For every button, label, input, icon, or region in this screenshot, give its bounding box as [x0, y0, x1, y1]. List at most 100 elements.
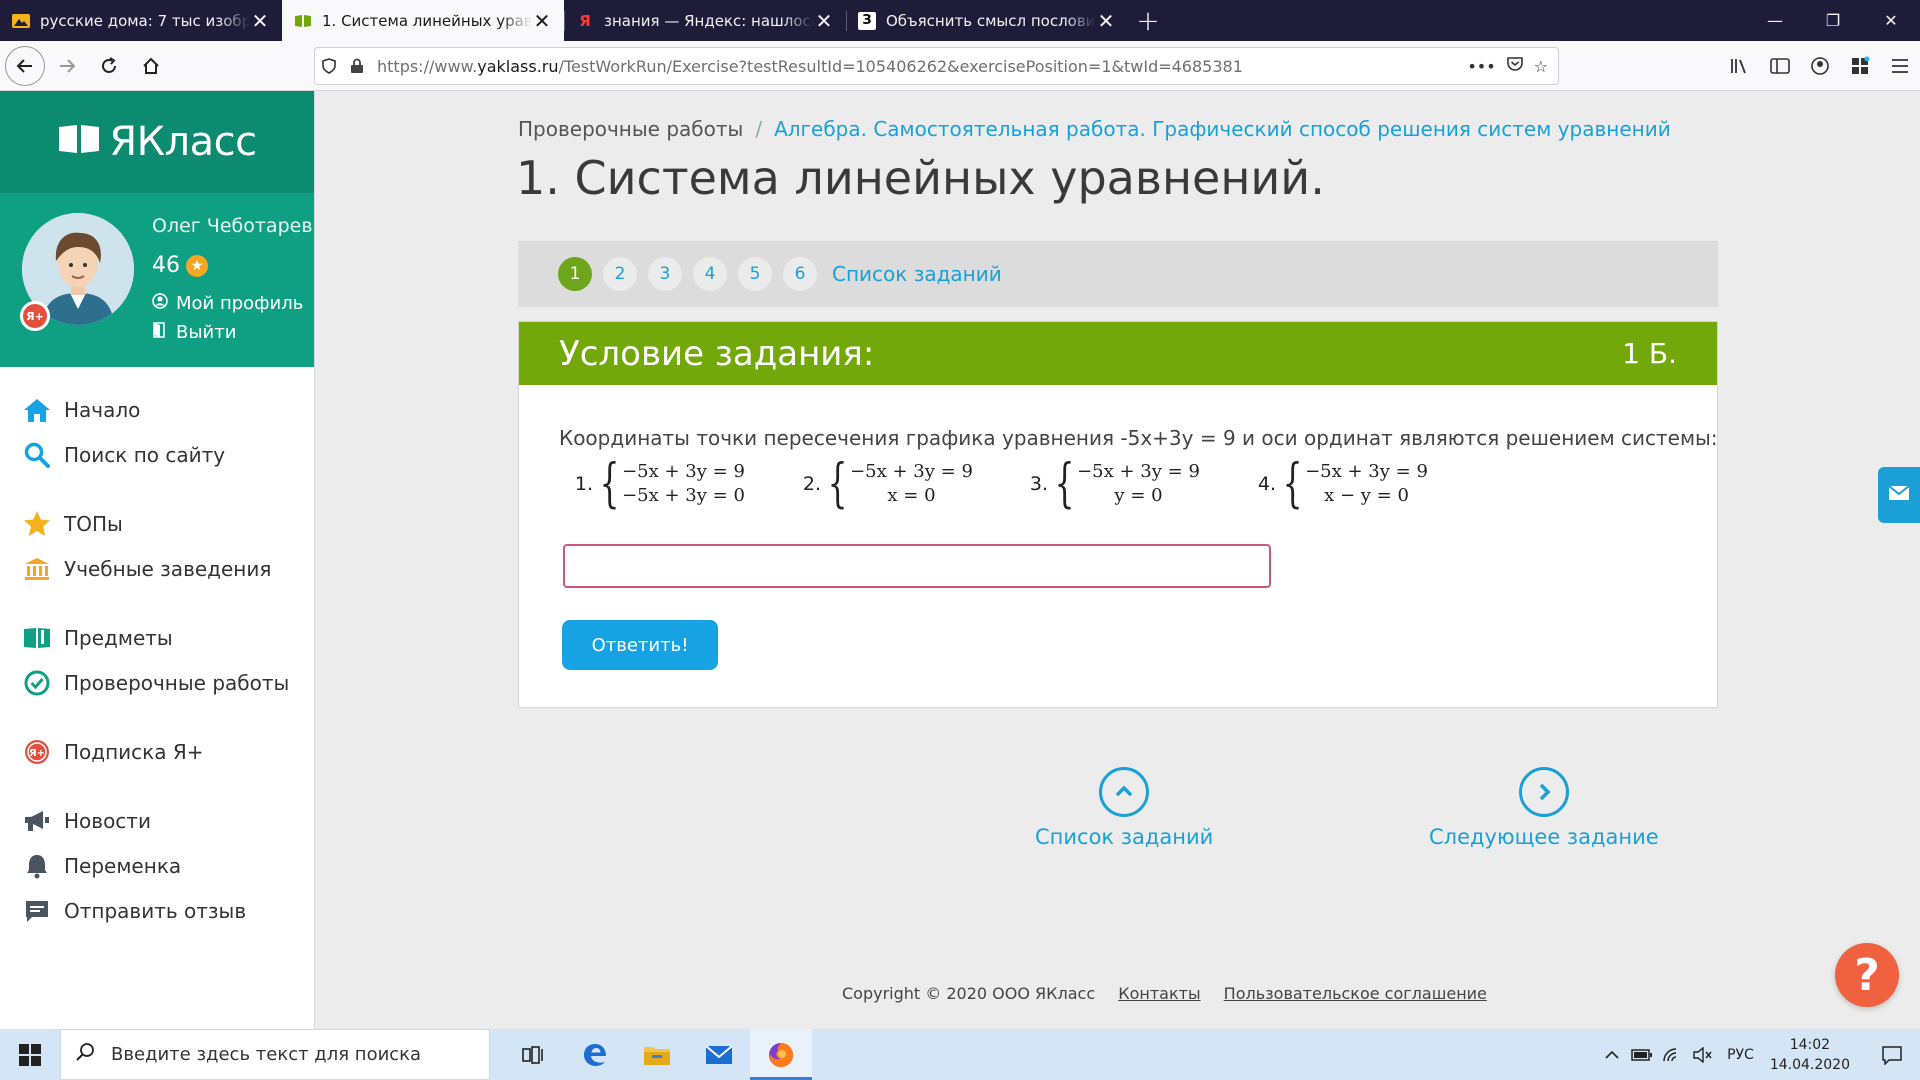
- submit-answer-button[interactable]: Ответить!: [562, 620, 718, 670]
- step-1[interactable]: 1: [558, 257, 592, 291]
- footer-agreement-link[interactable]: Пользовательское соглашение: [1224, 984, 1487, 1003]
- task-list-link[interactable]: Список заданий: [832, 262, 1002, 286]
- sidebar-item-home[interactable]: Начало: [0, 387, 314, 432]
- sidebar-item-institutions[interactable]: Учебные заведения: [0, 546, 314, 591]
- library-icon[interactable]: [1720, 57, 1760, 75]
- profile-link[interactable]: Мой профиль: [152, 293, 303, 314]
- institution-icon: [22, 554, 52, 584]
- pocket-icon[interactable]: [1506, 55, 1524, 77]
- sidebar-item-break[interactable]: Переменка: [0, 843, 314, 888]
- bookmark-star-icon[interactable]: ☆: [1534, 57, 1548, 76]
- sidebar-item-search[interactable]: Поиск по сайту: [0, 432, 314, 477]
- taskbar-search-box[interactable]: Введите здесь текст для поиска: [60, 1029, 490, 1080]
- books-icon: [22, 623, 52, 653]
- user-profile-panel: Я+ Олег Чеботарев 46 ★ Мой профиль Выйти: [0, 193, 314, 367]
- wifi-icon[interactable]: [1657, 1047, 1687, 1063]
- tab-4[interactable]: З Объяснить смысл пословиць ✕: [846, 0, 1128, 41]
- edge-browser-icon[interactable]: [564, 1029, 626, 1080]
- chevron-right-icon: [1518, 767, 1569, 817]
- tab-title: 1. Система линейных уравнен: [322, 11, 532, 30]
- task-card-header: Условие задания: 1 Б.: [519, 322, 1717, 385]
- account-icon[interactable]: [1800, 56, 1840, 76]
- system-tray: РУС 14:02 14.04.2020: [1597, 1029, 1920, 1080]
- sidebar-item-subscription[interactable]: Я+ Подписка Я+: [0, 729, 314, 774]
- brand-logo[interactable]: ЯКласс: [0, 91, 314, 193]
- help-button[interactable]: ?: [1835, 943, 1899, 1007]
- brand-name: ЯКласс: [109, 119, 257, 165]
- exercise-steps: 1 2 3 4 5 6 Список заданий: [518, 241, 1718, 307]
- battery-icon[interactable]: [1627, 1048, 1657, 1062]
- tab-3[interactable]: Я знания — Яндекс: нашлось 2 ✕: [564, 0, 846, 41]
- home-browser-icon[interactable]: [131, 46, 171, 86]
- footer-contacts-link[interactable]: Контакты: [1118, 984, 1200, 1003]
- close-tab-icon[interactable]: ✕: [814, 11, 834, 31]
- tracking-shield-icon[interactable]: [315, 58, 343, 74]
- back-arrow-icon[interactable]: [5, 45, 45, 86]
- feedback-icon: [22, 896, 52, 926]
- equation-1: −5x + 3y = 9: [1305, 461, 1428, 482]
- sidebar-item-label: ТОПы: [64, 511, 123, 536]
- tab-title: русские дома: 7 тыс изображ: [40, 11, 250, 30]
- step-2[interactable]: 2: [603, 257, 637, 291]
- breadcrumb-current[interactable]: Алгебра. Самостоятельная работа. Графиче…: [774, 117, 1671, 141]
- megaphone-icon: [22, 806, 52, 836]
- chevron-up-icon: [1099, 767, 1150, 817]
- copyright: Copyright © 2020 ООО ЯКласс: [842, 984, 1096, 1003]
- task-list-nav[interactable]: Список заданий: [1035, 767, 1213, 849]
- logout-link[interactable]: Выйти: [152, 322, 236, 343]
- restore-icon[interactable]: ❐: [1804, 0, 1862, 41]
- firefox-icon[interactable]: [750, 1029, 812, 1080]
- step-5[interactable]: 5: [738, 257, 772, 291]
- points-value: 46: [152, 253, 180, 278]
- breadcrumb-root[interactable]: Проверочные работы: [518, 117, 743, 141]
- windows-start-icon[interactable]: [0, 1029, 60, 1080]
- volume-muted-icon[interactable]: [1687, 1046, 1717, 1063]
- task-card: Условие задания: 1 Б. Координаты точки п…: [518, 321, 1718, 708]
- menu-spacer: [0, 774, 314, 798]
- sidebar-toggle-icon[interactable]: [1760, 57, 1800, 75]
- sidebar-item-label: Проверочные работы: [64, 670, 290, 695]
- sidebar-item-tests[interactable]: Проверочные работы: [0, 660, 314, 705]
- next-task-nav[interactable]: Следующее задание: [1429, 767, 1659, 849]
- more-actions-icon[interactable]: •••: [1467, 57, 1495, 76]
- user-name: Олег Чеботарев: [152, 215, 313, 237]
- clock[interactable]: 14:02 14.04.2020: [1770, 1035, 1850, 1075]
- breadcrumb: Проверочные работы / Алгебра. Самостоятель…: [518, 117, 1671, 141]
- lock-icon[interactable]: [343, 58, 371, 74]
- minimize-icon[interactable]: —: [1746, 0, 1804, 41]
- sidebar-item-feedback[interactable]: Отправить отзыв: [0, 888, 314, 933]
- step-4[interactable]: 4: [693, 257, 727, 291]
- address-bar[interactable]: https://www.yaklass.ru/TestWorkRun/Exerc…: [314, 47, 1559, 85]
- tab-title: Объяснить смысл пословиць: [886, 11, 1096, 30]
- sidebar-item-label: Новости: [64, 808, 151, 833]
- step-3[interactable]: 3: [648, 257, 682, 291]
- close-window-icon[interactable]: ✕: [1862, 0, 1920, 41]
- keyboard-language[interactable]: РУС: [1727, 1047, 1754, 1063]
- mail-app-icon[interactable]: [688, 1029, 750, 1080]
- sidebar-item-tops[interactable]: ТОПы: [0, 501, 314, 546]
- sidebar-item-subjects[interactable]: Предметы: [0, 615, 314, 660]
- extensions-icon[interactable]: [1840, 56, 1880, 76]
- notification-center-icon[interactable]: [1872, 1045, 1912, 1065]
- reload-icon[interactable]: [89, 46, 129, 86]
- close-tab-icon[interactable]: ✕: [1096, 11, 1116, 31]
- file-explorer-icon[interactable]: [626, 1029, 688, 1080]
- menu-hamburger-icon[interactable]: [1880, 58, 1920, 74]
- forward-arrow-icon[interactable]: [47, 46, 87, 86]
- sidebar-menu: Начало Поиск по сайту ТОПы Учебные завед: [0, 367, 314, 933]
- yandex-images-icon: [12, 12, 30, 30]
- task-view-icon[interactable]: [502, 1029, 564, 1080]
- close-tab-icon[interactable]: ✕: [532, 11, 552, 31]
- sidebar-item-news[interactable]: Новости: [0, 798, 314, 843]
- tray-chevron-up-icon[interactable]: [1597, 1050, 1627, 1060]
- step-6[interactable]: 6: [783, 257, 817, 291]
- mail-feedback-tab[interactable]: [1878, 467, 1920, 523]
- equation-system: −5x + 3y = 9 y = 0: [1077, 460, 1200, 508]
- brace-glyph: {: [1282, 454, 1303, 514]
- tab-2-active[interactable]: 1. Система линейных уравнен ✕: [282, 0, 564, 41]
- new-tab-plus-icon[interactable]: +: [1128, 0, 1168, 41]
- tab-1[interactable]: русские дома: 7 тыс изображ ✕: [0, 0, 282, 41]
- close-tab-icon[interactable]: ✕: [250, 11, 270, 31]
- answer-input[interactable]: [563, 544, 1271, 588]
- option-number: 4.: [1257, 473, 1276, 495]
